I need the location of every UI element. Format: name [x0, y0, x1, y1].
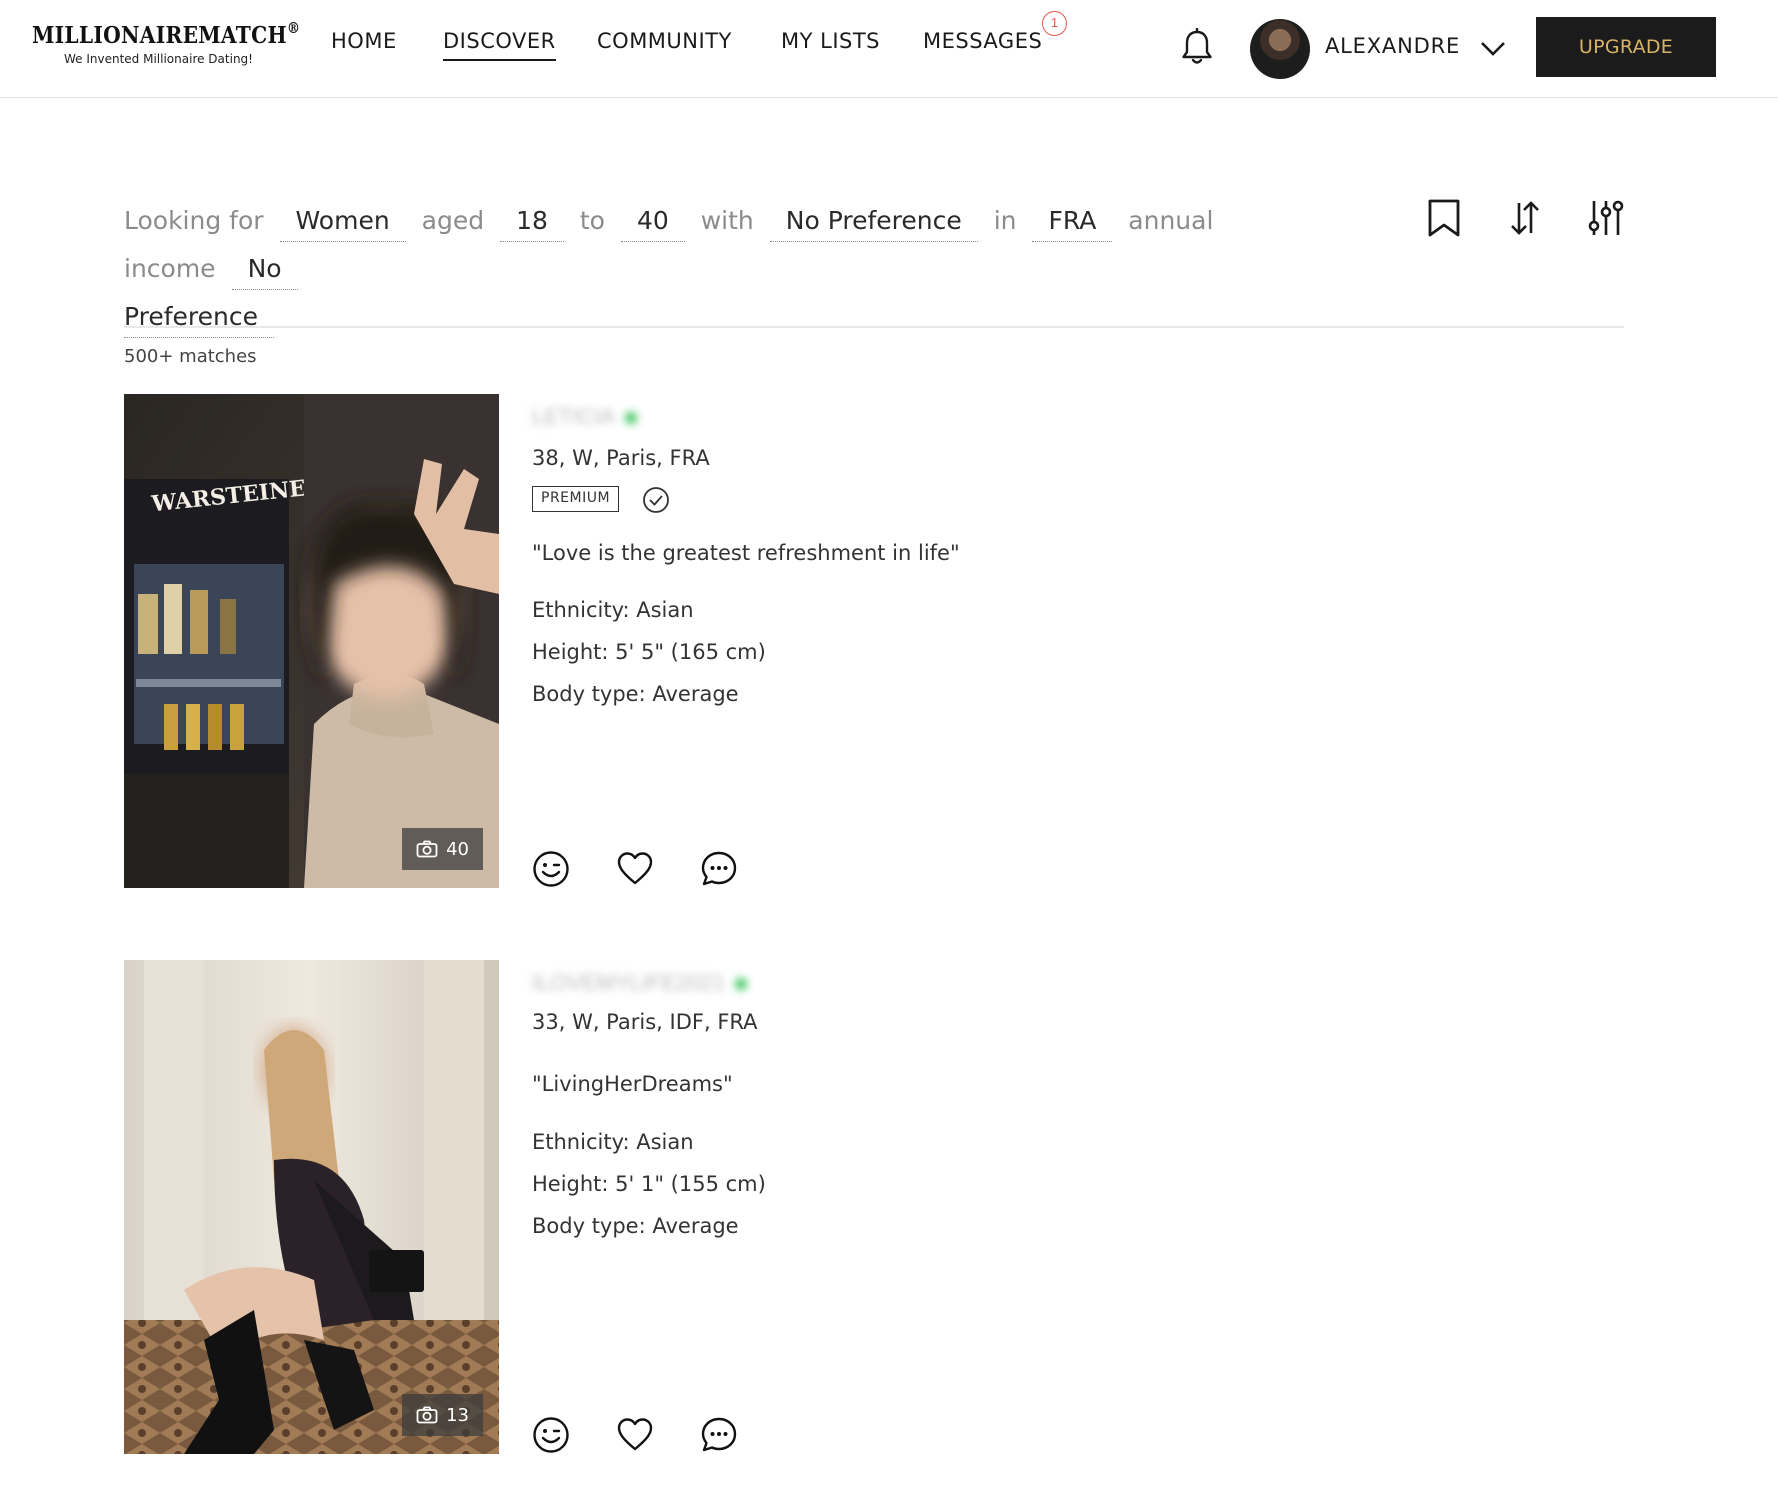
chat-icon[interactable] [700, 1416, 738, 1454]
profile-username[interactable]: ILOVEMYLIFE2021 [532, 970, 748, 996]
filter-age-max[interactable]: 40 [620, 206, 685, 242]
camera-icon [416, 840, 438, 858]
profile-ethnicity: Ethnicity: Asian [532, 1130, 694, 1154]
online-indicator [735, 978, 748, 991]
wink-icon[interactable] [532, 850, 570, 888]
photo-count: 13 [446, 1404, 469, 1426]
online-indicator [625, 412, 638, 425]
profile-body-type: Body type: Average [532, 1214, 739, 1238]
filter-label-looking-for: Looking for [124, 206, 264, 235]
bookmark-icon[interactable] [1424, 198, 1464, 238]
chat-icon[interactable] [700, 850, 738, 888]
nav-home[interactable]: HOME [331, 29, 397, 59]
profile-username[interactable]: LETICIA [532, 404, 638, 430]
wink-icon[interactable] [532, 1416, 570, 1454]
user-name[interactable]: ALEXANDRE [1325, 34, 1460, 58]
filter-income-part2[interactable]: Preference [124, 302, 275, 338]
filter-gender[interactable]: Women [279, 206, 406, 242]
messages-count-badge: 1 [1042, 11, 1067, 36]
profile-age-location: 33, W, Paris, IDF, FRA [532, 1010, 758, 1034]
photo-count: 40 [446, 838, 469, 860]
nav-messages[interactable]: MESSAGES [923, 29, 1042, 59]
photo-count-badge: 40 [402, 828, 483, 870]
profile-headline: "Love is the greatest refreshment in lif… [532, 541, 960, 565]
photo-count-badge: 13 [402, 1394, 483, 1436]
logo-tagline: We Invented Millionaire Dating! [64, 52, 253, 66]
camera-icon [416, 1406, 438, 1424]
filter-label-with: with [700, 206, 754, 235]
nav-discover[interactable]: DISCOVER [443, 29, 556, 61]
user-avatar[interactable] [1250, 19, 1310, 79]
sort-icon[interactable] [1505, 198, 1545, 238]
top-header: MILLIONAIREMATCH® We Invented Millionair… [0, 0, 1778, 98]
premium-badge: PREMIUM [532, 486, 620, 512]
profile-card: WARSTEINER 40 LETICIA 38, W, Paris, FRA … [124, 394, 1624, 888]
logo-wordmark: MILLIONAIREMATCH® [32, 19, 301, 49]
filter-label-in: in [993, 206, 1017, 235]
bell-icon[interactable] [1180, 28, 1214, 66]
filter-preference[interactable]: No Preference [769, 206, 978, 242]
heart-icon[interactable] [616, 1416, 654, 1454]
filter-divider [124, 326, 1624, 328]
profile-card: 13 ILOVEMYLIFE2021 33, W, Paris, IDF, FR… [124, 960, 1624, 1454]
nav-my-lists[interactable]: MY LISTS [781, 29, 880, 59]
search-filter-sentence: Looking for Women aged 18 to 40 with No Pref… [124, 197, 1254, 341]
filter-label-to: to [579, 206, 605, 235]
profile-photo[interactable]: WARSTEINER 40 [124, 394, 499, 888]
profile-headline: "LivingHerDreams" [532, 1072, 733, 1096]
verified-check-icon [642, 486, 670, 514]
profile-ethnicity: Ethnicity: Asian [532, 598, 694, 622]
match-count: 500+ matches [124, 346, 257, 367]
chevron-down-icon[interactable] [1479, 38, 1507, 58]
nav-community[interactable]: COMMUNITY [597, 29, 732, 59]
filter-age-min[interactable]: 18 [500, 206, 564, 242]
profile-height: Height: 5' 1" (155 cm) [532, 1172, 766, 1196]
profile-age-location: 38, W, Paris, FRA [532, 446, 710, 470]
profile-photo[interactable]: 13 [124, 960, 499, 1454]
filter-income-part1[interactable]: No [231, 254, 298, 290]
profile-height: Height: 5' 5" (165 cm) [532, 640, 766, 664]
profile-body-type: Body type: Average [532, 682, 739, 706]
upgrade-button[interactable]: UPGRADE [1536, 17, 1716, 77]
filter-label-aged: aged [421, 206, 485, 235]
heart-icon[interactable] [616, 850, 654, 888]
site-logo[interactable]: MILLIONAIREMATCH® We Invented Millionair… [32, 19, 312, 66]
filter-sliders-icon[interactable] [1586, 198, 1626, 238]
filter-country[interactable]: FRA [1032, 206, 1113, 242]
